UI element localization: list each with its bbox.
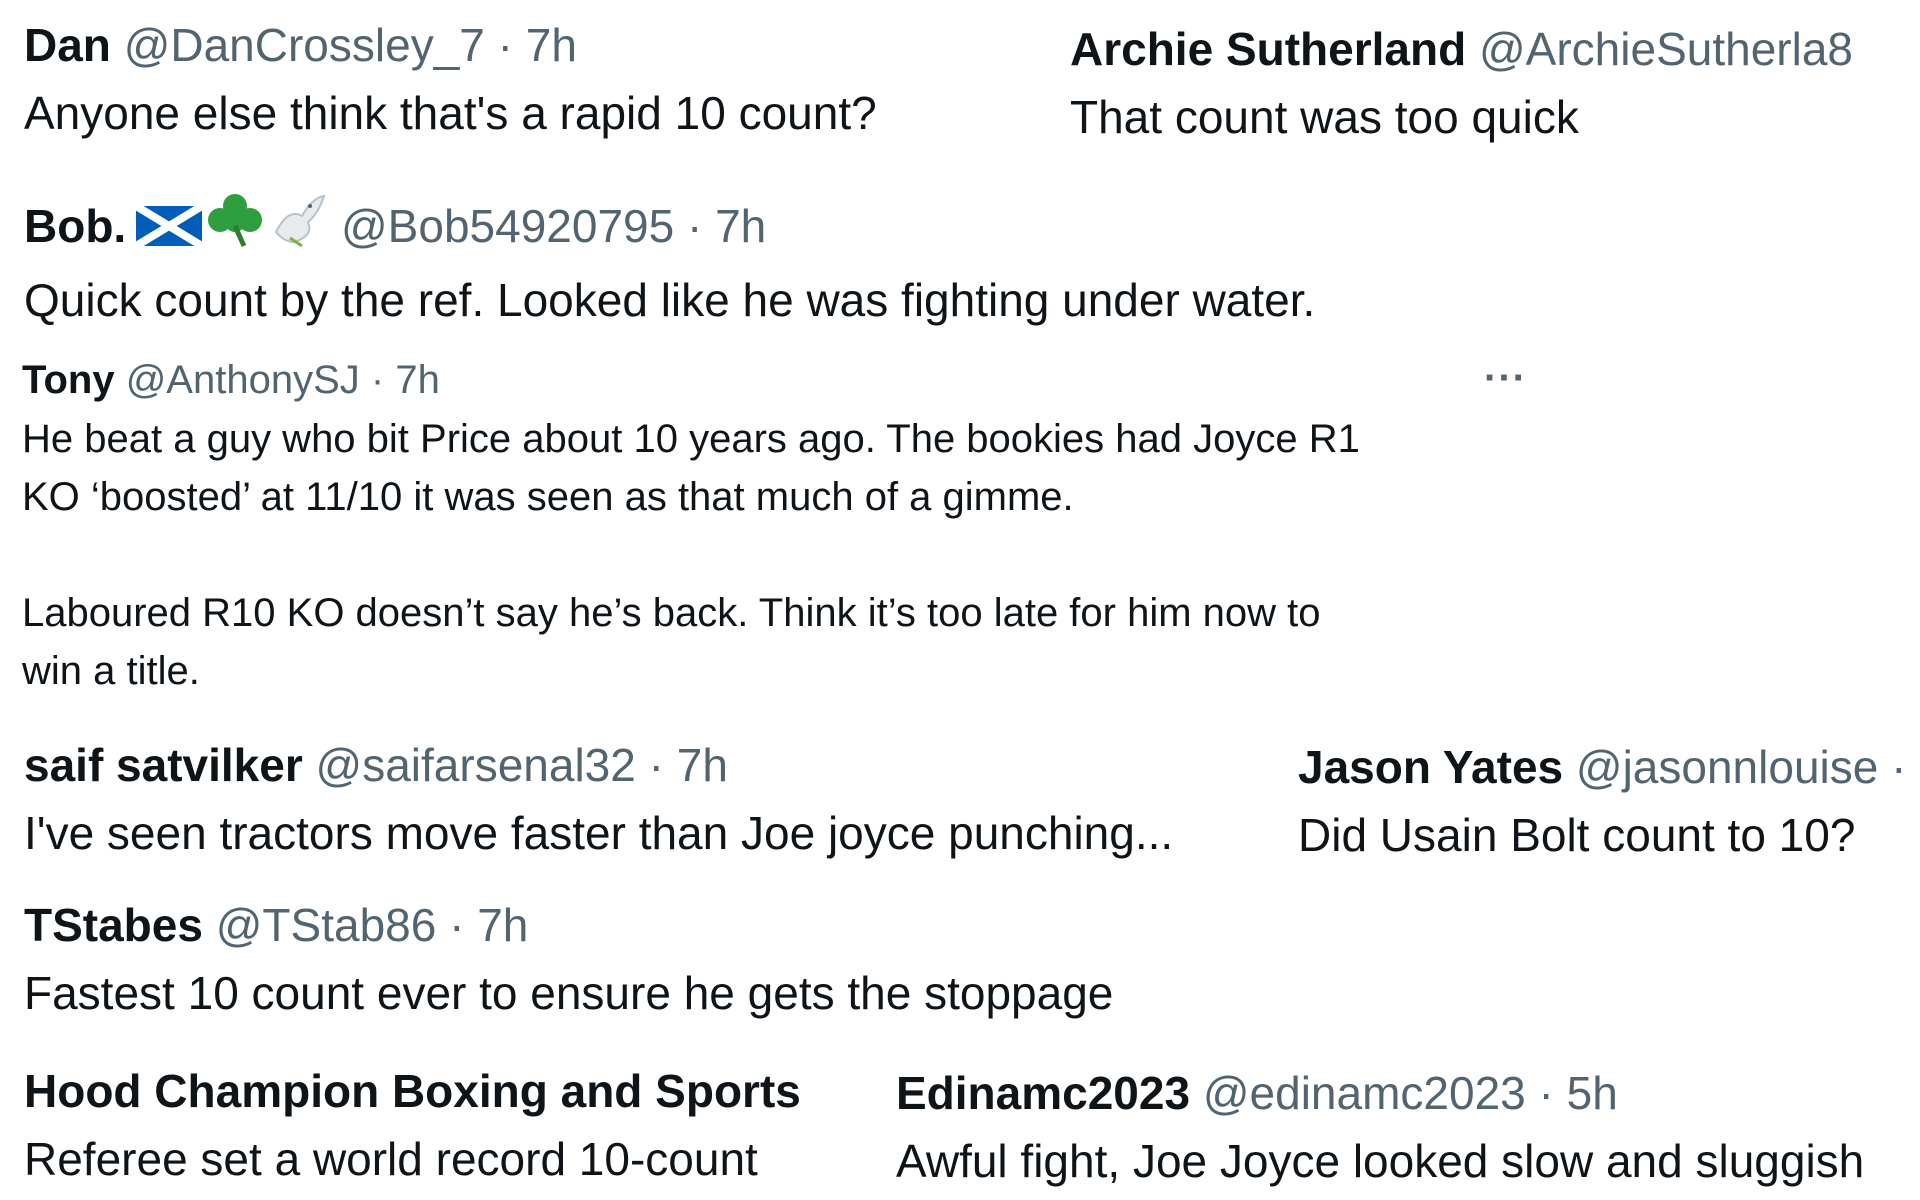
dove-icon bbox=[268, 192, 328, 260]
timestamp[interactable]: 7h bbox=[526, 19, 577, 71]
tweet-text: Quick count by the ref. Looked like he w… bbox=[24, 274, 1316, 327]
author-name[interactable]: Bob. bbox=[24, 200, 126, 252]
tweet-text: Referee set a world record 10-count bbox=[24, 1133, 758, 1186]
tweet-card[interactable]: Hood Champion Boxing and Sports Referee … bbox=[24, 1064, 872, 1189]
tweet-card[interactable]: Dan @DanCrossley_7 · 7h Anyone else thin… bbox=[24, 18, 1044, 143]
author-name[interactable]: Dan bbox=[24, 19, 111, 71]
author-name[interactable]: Hood Champion Boxing and Sports bbox=[24, 1065, 801, 1117]
author-name[interactable]: Tony bbox=[22, 358, 115, 402]
tweet-text: That count was too quick bbox=[1070, 91, 1579, 144]
scotland-flag-icon bbox=[134, 202, 205, 260]
author-name[interactable]: saif satvilker bbox=[24, 739, 303, 791]
author-handle[interactable]: @AnthonySJ bbox=[126, 358, 360, 402]
separator-dot: · bbox=[497, 19, 513, 71]
shamrock-icon bbox=[204, 192, 266, 260]
author-handle[interactable]: @TStab86 bbox=[216, 899, 437, 951]
timestamp[interactable]: 7h bbox=[395, 358, 440, 402]
author-name[interactable]: Jason Yates bbox=[1298, 741, 1563, 793]
tweet-header: Edinamc2023 @edinamc2023 · 5h bbox=[896, 1066, 1920, 1121]
tweet-text: Awful fight, Joe Joyce looked slow and s… bbox=[896, 1135, 1865, 1188]
tweet-header: Archie Sutherland @ArchieSutherla8 bbox=[1070, 22, 1920, 77]
author-handle[interactable]: @DanCrossley_7 bbox=[124, 19, 485, 71]
tweet-card[interactable]: TStabes @TStab86 · 7h Fastest 10 count e… bbox=[24, 898, 1324, 1023]
tweet-text-line: He beat a guy who bit Price about 10 yea… bbox=[22, 417, 1360, 461]
tweet-card[interactable]: saif satvilker @saifarsenal32 · 7h I've … bbox=[24, 738, 1294, 863]
timestamp[interactable]: 7h bbox=[677, 739, 728, 791]
tweet-card[interactable]: Tony @AnthonySJ · 7h ··· He beat a guy w… bbox=[22, 356, 1562, 700]
tweet-text: He beat a guy who bit Price about 10 yea… bbox=[22, 410, 1562, 700]
author-handle[interactable]: @Bob54920795 bbox=[341, 200, 674, 252]
tweet-header: Hood Champion Boxing and Sports bbox=[24, 1064, 872, 1119]
tweet-header: Dan @DanCrossley_7 · 7h bbox=[24, 18, 1044, 73]
tweet-text: Fastest 10 count ever to ensure he gets … bbox=[24, 967, 1114, 1020]
author-name[interactable]: Edinamc2023 bbox=[896, 1067, 1190, 1119]
tweet-card[interactable]: Archie Sutherland @ArchieSutherla8 That … bbox=[1070, 22, 1920, 160]
separator-dot: · bbox=[1538, 1067, 1554, 1119]
tweet-header: TStabes @TStab86 · 7h bbox=[24, 898, 1324, 953]
tweet-card[interactable]: Bob. @Bob54920795 · 7h Quick count by th… bbox=[24, 192, 1544, 330]
timestamp[interactable]: 5h bbox=[1567, 1067, 1618, 1119]
tweet-header: Jason Yates @jasonnlouise · bbox=[1298, 740, 1920, 795]
author-handle[interactable]: @ArchieSutherla8 bbox=[1479, 23, 1853, 75]
separator-dot: · bbox=[1891, 741, 1907, 793]
tweet-text-line: KO ‘boosted’ at 11/10 it was seen as tha… bbox=[22, 475, 1074, 519]
tweet-text-line: Laboured R10 KO doesn’t say he’s back. T… bbox=[22, 591, 1321, 635]
author-handle[interactable]: @edinamc2023 bbox=[1203, 1067, 1526, 1119]
author-handle[interactable]: @jasonnlouise bbox=[1576, 741, 1878, 793]
tweet-header: saif satvilker @saifarsenal32 · 7h bbox=[24, 738, 1294, 793]
tweet-text-line: win a title. bbox=[22, 649, 200, 693]
tweet-text: Anyone else think that's a rapid 10 coun… bbox=[24, 87, 877, 140]
tweet-card[interactable]: Jason Yates @jasonnlouise · Did Usain Bo… bbox=[1298, 740, 1920, 865]
separator-dot: · bbox=[686, 200, 703, 252]
author-handle[interactable]: @saifarsenal32 bbox=[316, 739, 636, 791]
more-options-icon[interactable]: ··· bbox=[1484, 356, 1527, 401]
separator-dot: · bbox=[370, 358, 385, 402]
tweet-card[interactable]: Edinamc2023 @edinamc2023 · 5h Awful figh… bbox=[896, 1066, 1920, 1191]
tweet-text: Did Usain Bolt count to 10? bbox=[1298, 809, 1856, 862]
separator-dot: · bbox=[449, 899, 465, 951]
tweet-header: Tony @AnthonySJ · 7h bbox=[22, 356, 1562, 404]
author-name[interactable]: TStabes bbox=[24, 899, 203, 951]
separator-dot: · bbox=[648, 739, 664, 791]
author-name[interactable]: Archie Sutherland bbox=[1070, 23, 1466, 75]
timestamp[interactable]: 7h bbox=[715, 200, 766, 252]
tweet-text: I've seen tractors move faster than Joe … bbox=[24, 807, 1174, 860]
tweet-header: Bob. @Bob54920795 · 7h bbox=[24, 192, 1544, 260]
timestamp[interactable]: 7h bbox=[477, 899, 528, 951]
